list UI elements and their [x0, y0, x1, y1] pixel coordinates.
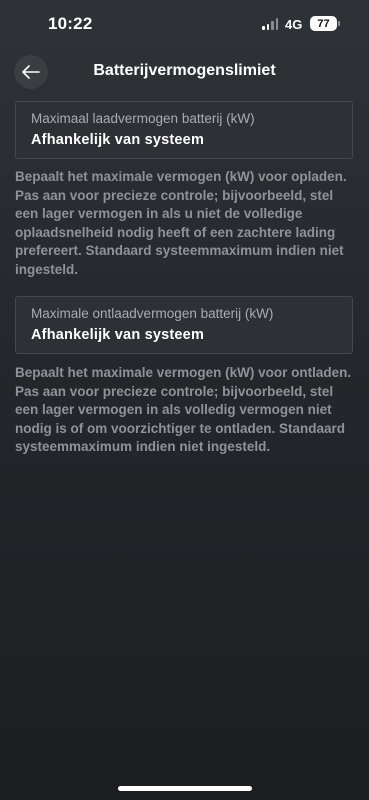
- max-charge-power-label: Maximaal laadvermogen batterij (kW): [31, 111, 255, 126]
- cellular-signal-icon: [262, 18, 278, 30]
- max-discharge-power-value: Afhankelijk van systeem: [31, 327, 205, 343]
- home-indicator[interactable]: [118, 786, 252, 791]
- max-discharge-power-field[interactable]: Maximale ontlaadvermogen batterij (kW) A…: [15, 296, 353, 354]
- max-discharge-power-help: Bepaalt het maximale vermogen (kW) voor …: [15, 365, 352, 455]
- status-time: 10:22: [48, 14, 93, 33]
- max-charge-power-help: Bepaalt het maximale vermogen (kW) voor …: [15, 169, 347, 277]
- page-title: Batterijvermogenslimiet: [93, 62, 276, 79]
- max-discharge-power-label: Maximale ontlaadvermogen batterij (kW): [31, 306, 274, 321]
- max-charge-power-value: Afhankelijk van systeem: [31, 132, 205, 148]
- status-bar: 10:22 4G 77: [0, 0, 369, 50]
- max-charge-power-field[interactable]: Maximaal laadvermogen batterij (kW) Afha…: [15, 101, 353, 159]
- battery-level: 77: [317, 17, 330, 30]
- battery-tip: [338, 21, 340, 26]
- battery-icon: 77: [310, 16, 337, 31]
- network-type: 4G: [285, 17, 303, 32]
